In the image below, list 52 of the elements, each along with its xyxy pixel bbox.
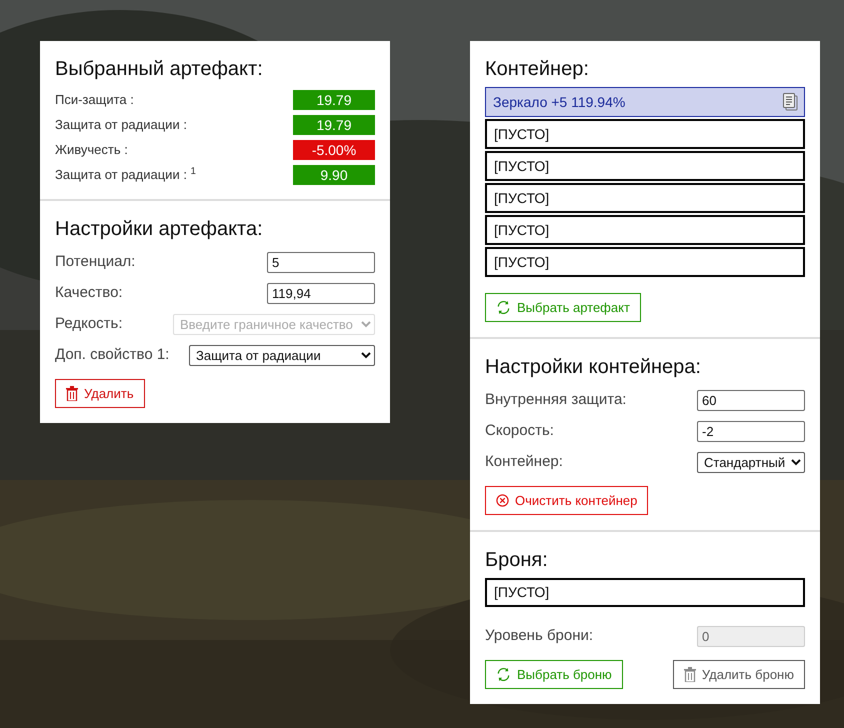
section-title: Броня: xyxy=(485,548,549,572)
stat-label: Защита от радиации : xyxy=(55,116,187,134)
choose-artifact-button[interactable]: Выбрать артефакт xyxy=(485,293,641,322)
field-label: Контейнер: xyxy=(485,452,563,472)
slot-text: [ПУСТО] xyxy=(494,220,550,240)
stat-label: Пси-защита : xyxy=(55,90,134,109)
input-field[interactable]: 119,94 xyxy=(267,283,375,304)
document-icon xyxy=(783,93,798,111)
stat-value: 19.79 xyxy=(293,90,375,110)
dropdown[interactable]: Стандартный xyxy=(697,452,805,473)
stat-value: 19.79 xyxy=(293,114,375,134)
stat-label: Защита от радиации : $^{1}$ xyxy=(55,164,196,184)
container-slot[interactable]: [ПУСТО] xyxy=(485,215,805,245)
slot-text: [ПУСТО] xyxy=(494,188,550,208)
slot-text: [ПУСТО] xyxy=(494,124,550,144)
field-label: Скорость: xyxy=(485,421,554,442)
delete-armor-button[interactable]: Удалить броню xyxy=(672,660,805,689)
clear-container-button[interactable]: Очистить контейнер xyxy=(485,486,648,515)
section-title: Настройки артефакта: xyxy=(55,217,264,241)
refresh-icon xyxy=(496,667,511,682)
trash-icon xyxy=(66,386,78,401)
container-slot[interactable]: [ПУСТО] xyxy=(485,247,805,277)
container-slot[interactable]: [ПУСТО] xyxy=(485,183,805,213)
container-slot[interactable]: [ПУСТО] xyxy=(485,578,805,607)
trash-icon xyxy=(684,667,696,682)
stat-value: 9.90 xyxy=(293,164,375,184)
input-field[interactable]: 5 xyxy=(267,252,375,273)
refresh-icon xyxy=(496,300,511,315)
field-label: Внутренняя защита: xyxy=(485,390,626,410)
field-label: Доп. свойство 1: xyxy=(55,345,170,366)
container-slot[interactable]: [ПУСТО] xyxy=(485,151,805,181)
input-field[interactable]: 60 xyxy=(697,390,805,411)
stat-value: -5.00% xyxy=(293,140,375,160)
container-slot[interactable]: Зеркало +5 119.94% xyxy=(485,87,805,117)
delete-button[interactable]: Удалить xyxy=(55,379,145,408)
input-field[interactable]: -2 xyxy=(697,421,805,442)
slot-text: [ПУСТО] xyxy=(494,583,550,602)
field-label: Уровень брони: xyxy=(485,626,594,646)
field-label: Потенциал: xyxy=(55,252,136,272)
slot-text: [ПУСТО] xyxy=(494,156,550,176)
container-slot[interactable]: [ПУСТО] xyxy=(485,119,805,149)
dropdown[interactable]: Защита от радиации xyxy=(189,345,375,366)
field-label: Качество: xyxy=(55,283,123,304)
slot-text: Зеркало +5 119.94% xyxy=(493,92,626,112)
stat-label: Живучесть : xyxy=(55,140,128,159)
section-title: Контейнер: xyxy=(485,57,590,81)
section-title: Выбранный артефакт: xyxy=(55,57,264,81)
close-circle-icon xyxy=(496,494,509,507)
section-title: Настройки контейнера: xyxy=(485,355,702,379)
choose-armor-button[interactable]: Выбрать броню xyxy=(485,660,623,689)
field-label: Редкость: xyxy=(55,314,123,334)
slot-text: [ПУСТО] xyxy=(494,252,550,272)
